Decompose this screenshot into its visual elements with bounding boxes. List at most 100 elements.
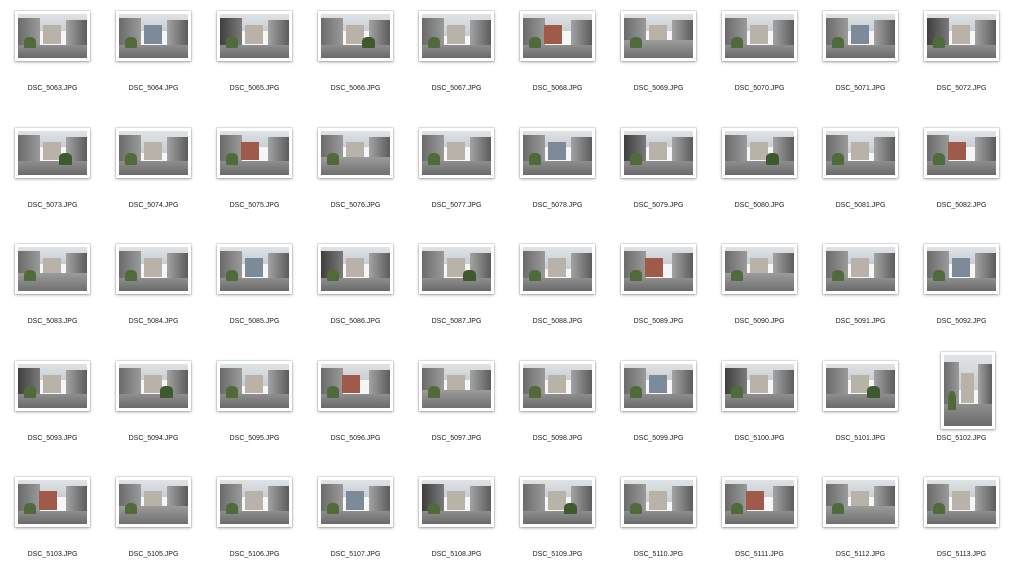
- file-item[interactable]: DSC_5069.JPG: [608, 1, 709, 117]
- photo-thumbnail[interactable]: [15, 360, 90, 411]
- file-item[interactable]: DSC_5068.JPG: [507, 1, 608, 117]
- photo-thumbnail[interactable]: [217, 244, 292, 294]
- file-item[interactable]: DSC_5092.JPG: [911, 234, 1012, 350]
- photo-thumbnail[interactable]: [621, 11, 696, 61]
- file-item[interactable]: DSC_5087.JPG: [406, 234, 507, 350]
- file-item[interactable]: DSC_5098.JPG: [507, 351, 608, 467]
- photo-thumbnail[interactable]: [419, 477, 494, 527]
- photo-thumbnail[interactable]: [823, 477, 898, 527]
- photo-thumbnail[interactable]: [318, 11, 393, 61]
- photo-thumbnail[interactable]: [419, 11, 494, 61]
- file-item[interactable]: DSC_5103.JPG: [2, 467, 103, 583]
- photo-thumbnail[interactable]: [621, 127, 696, 178]
- file-item[interactable]: DSC_5078.JPG: [507, 118, 608, 234]
- file-item[interactable]: DSC_5100.JPG: [709, 351, 810, 467]
- photo-thumbnail[interactable]: [15, 11, 90, 61]
- file-item[interactable]: DSC_5109.JPG: [507, 467, 608, 583]
- photo-thumbnail[interactable]: [217, 477, 292, 527]
- photo-thumbnail[interactable]: [520, 477, 595, 527]
- file-item[interactable]: DSC_5079.JPG: [608, 118, 709, 234]
- file-item[interactable]: DSC_5073.JPG: [2, 118, 103, 234]
- photo-thumbnail[interactable]: [823, 127, 898, 178]
- file-item[interactable]: DSC_5077.JPG: [406, 118, 507, 234]
- file-item[interactable]: DSC_5106.JPG: [204, 467, 305, 583]
- photo-thumbnail[interactable]: [15, 244, 90, 294]
- photo-thumbnail[interactable]: [722, 11, 797, 61]
- file-item[interactable]: DSC_5097.JPG: [406, 351, 507, 467]
- photo-thumbnail[interactable]: [924, 477, 999, 527]
- photo-thumbnail[interactable]: [217, 360, 292, 411]
- file-item[interactable]: DSC_5111.JPG: [709, 467, 810, 583]
- file-item[interactable]: DSC_5093.JPG: [2, 351, 103, 467]
- file-item[interactable]: DSC_5095.JPG: [204, 351, 305, 467]
- file-item[interactable]: DSC_5110.JPG: [608, 467, 709, 583]
- photo-thumbnail[interactable]: [621, 477, 696, 527]
- file-item[interactable]: DSC_5105.JPG: [103, 467, 204, 583]
- file-item[interactable]: DSC_5101.JPG: [810, 351, 911, 467]
- file-item[interactable]: DSC_5099.JPG: [608, 351, 709, 467]
- photo-thumbnail[interactable]: [520, 244, 595, 294]
- file-item[interactable]: DSC_5091.JPG: [810, 234, 911, 350]
- photo-thumbnail[interactable]: [823, 244, 898, 294]
- photo-thumbnail[interactable]: [941, 351, 995, 429]
- photo-thumbnail[interactable]: [116, 127, 191, 178]
- photo-thumbnail[interactable]: [520, 11, 595, 61]
- file-item[interactable]: DSC_5088.JPG: [507, 234, 608, 350]
- file-item[interactable]: DSC_5075.JPG: [204, 118, 305, 234]
- file-item[interactable]: DSC_5063.JPG: [2, 1, 103, 117]
- file-item[interactable]: DSC_5076.JPG: [305, 118, 406, 234]
- file-item[interactable]: DSC_5072.JPG: [911, 1, 1012, 117]
- file-item[interactable]: DSC_5096.JPG: [305, 351, 406, 467]
- file-item[interactable]: DSC_5071.JPG: [810, 1, 911, 117]
- photo-thumbnail[interactable]: [419, 244, 494, 294]
- photo-thumbnail[interactable]: [520, 127, 595, 178]
- file-item[interactable]: DSC_5082.JPG: [911, 118, 1012, 234]
- photo-thumbnail[interactable]: [520, 360, 595, 411]
- file-item[interactable]: DSC_5066.JPG: [305, 1, 406, 117]
- photo-thumbnail[interactable]: [722, 244, 797, 294]
- photo-thumbnail[interactable]: [823, 360, 898, 411]
- photo-thumbnail[interactable]: [621, 244, 696, 294]
- file-item[interactable]: DSC_5102.JPG: [911, 351, 1012, 467]
- photo-thumbnail[interactable]: [217, 11, 292, 61]
- photo-thumbnail[interactable]: [722, 127, 797, 178]
- photo-thumbnail[interactable]: [15, 477, 90, 527]
- file-item[interactable]: DSC_5080.JPG: [709, 118, 810, 234]
- file-item[interactable]: DSC_5090.JPG: [709, 234, 810, 350]
- file-item[interactable]: DSC_5070.JPG: [709, 1, 810, 117]
- file-item[interactable]: DSC_5107.JPG: [305, 467, 406, 583]
- file-item[interactable]: DSC_5086.JPG: [305, 234, 406, 350]
- file-item[interactable]: DSC_5067.JPG: [406, 1, 507, 117]
- photo-thumbnail[interactable]: [621, 360, 696, 411]
- file-item[interactable]: DSC_5065.JPG: [204, 1, 305, 117]
- file-item[interactable]: DSC_5113.JPG: [911, 467, 1012, 583]
- file-item[interactable]: DSC_5083.JPG: [2, 234, 103, 350]
- photo-thumbnail[interactable]: [116, 477, 191, 527]
- file-item[interactable]: DSC_5064.JPG: [103, 1, 204, 117]
- photo-thumbnail[interactable]: [419, 127, 494, 178]
- photo-thumbnail[interactable]: [116, 360, 191, 411]
- photo-thumbnail[interactable]: [318, 244, 393, 294]
- photo-thumbnail[interactable]: [318, 127, 393, 178]
- file-item[interactable]: DSC_5081.JPG: [810, 118, 911, 234]
- photo-thumbnail[interactable]: [217, 127, 292, 178]
- file-item[interactable]: DSC_5108.JPG: [406, 467, 507, 583]
- photo-thumbnail[interactable]: [318, 477, 393, 527]
- file-item[interactable]: DSC_5112.JPG: [810, 467, 911, 583]
- photo-thumbnail[interactable]: [722, 360, 797, 411]
- photo-thumbnail[interactable]: [924, 244, 999, 294]
- photo-thumbnail[interactable]: [924, 11, 999, 61]
- photo-thumbnail[interactable]: [823, 11, 898, 61]
- file-item[interactable]: DSC_5084.JPG: [103, 234, 204, 350]
- file-item[interactable]: DSC_5085.JPG: [204, 234, 305, 350]
- photo-thumbnail[interactable]: [722, 477, 797, 527]
- file-item[interactable]: DSC_5094.JPG: [103, 351, 204, 467]
- photo-thumbnail[interactable]: [318, 360, 393, 411]
- photo-thumbnail[interactable]: [15, 127, 90, 178]
- photo-thumbnail[interactable]: [924, 127, 999, 178]
- file-item[interactable]: DSC_5089.JPG: [608, 234, 709, 350]
- photo-thumbnail[interactable]: [116, 244, 191, 294]
- photo-thumbnail[interactable]: [419, 360, 494, 411]
- file-item[interactable]: DSC_5074.JPG: [103, 118, 204, 234]
- photo-thumbnail[interactable]: [116, 11, 191, 61]
